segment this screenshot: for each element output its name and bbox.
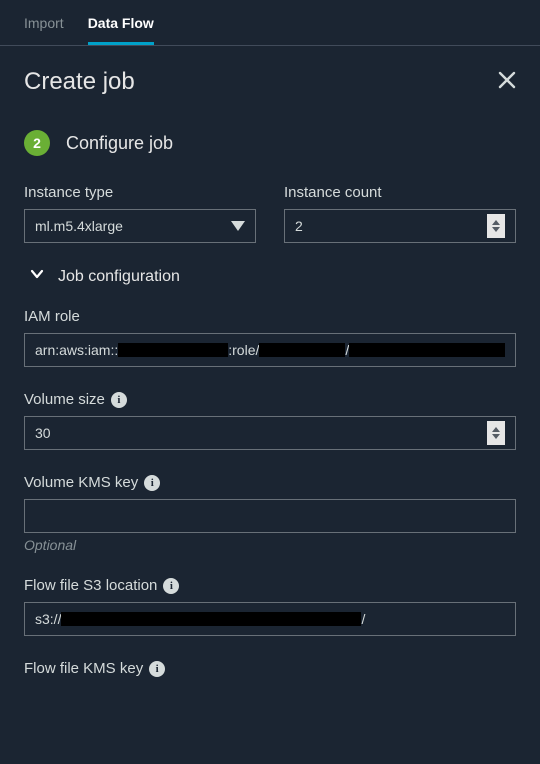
job-configuration-label: Job configuration xyxy=(58,268,180,286)
volume-kms-field: Volume KMS key i Optional xyxy=(24,474,516,553)
flow-s3-label: Flow file S3 location i xyxy=(24,577,516,594)
info-icon[interactable]: i xyxy=(149,661,165,677)
tab-import-label: Import xyxy=(24,15,64,31)
info-icon[interactable]: i xyxy=(144,475,160,491)
volume-size-input[interactable]: 30 xyxy=(24,416,516,450)
step-number: 2 xyxy=(33,135,41,151)
info-icon[interactable]: i xyxy=(111,392,127,408)
close-icon[interactable] xyxy=(498,71,516,94)
iam-role-input[interactable]: arn:aws:iam:: :role/ / xyxy=(24,333,516,367)
number-stepper-icon[interactable] xyxy=(487,214,505,238)
volume-size-value: 30 xyxy=(35,425,51,441)
tab-import[interactable]: Import xyxy=(24,0,64,45)
iam-role-value: arn:aws:iam:: :role/ / xyxy=(35,342,505,358)
tab-data-flow[interactable]: Data Flow xyxy=(88,0,154,45)
info-icon[interactable]: i xyxy=(163,578,179,594)
instance-row: Instance type ml.m5.4xlarge Instance cou… xyxy=(24,184,516,243)
instance-count-value: 2 xyxy=(295,218,303,234)
chevron-down-icon xyxy=(30,267,44,286)
flow-kms-field: Flow file KMS key i xyxy=(24,660,516,685)
volume-size-field: Volume size i 30 xyxy=(24,391,516,450)
panel-title: Create job xyxy=(24,68,135,96)
instance-type-select[interactable]: ml.m5.4xlarge xyxy=(24,209,256,243)
job-configuration-expander[interactable]: Job configuration xyxy=(30,267,516,286)
flow-kms-label: Flow file KMS key i xyxy=(24,660,516,677)
iam-role-label: IAM role xyxy=(24,308,516,325)
instance-count-field: Instance count 2 xyxy=(284,184,516,243)
flow-s3-field: Flow file S3 location i s3:// / xyxy=(24,577,516,636)
volume-kms-label: Volume KMS key i xyxy=(24,474,516,491)
instance-count-input[interactable]: 2 xyxy=(284,209,516,243)
volume-kms-helper: Optional xyxy=(24,537,516,553)
panel-header: Create job xyxy=(24,68,516,96)
redacted-bucket xyxy=(61,612,361,626)
instance-type-value: ml.m5.4xlarge xyxy=(35,218,123,234)
tab-data-flow-label: Data Flow xyxy=(88,15,154,31)
chevron-down-icon xyxy=(231,221,245,231)
iam-role-field: IAM role arn:aws:iam:: :role/ / xyxy=(24,308,516,367)
redacted-path1 xyxy=(259,343,345,357)
step-header: 2 Configure job xyxy=(24,130,516,156)
volume-kms-input[interactable] xyxy=(24,499,516,533)
instance-type-label: Instance type xyxy=(24,184,256,201)
create-job-panel: Create job 2 Configure job Instance type… xyxy=(0,46,540,685)
instance-count-label: Instance count xyxy=(284,184,516,201)
number-stepper-icon[interactable] xyxy=(487,421,505,445)
instance-type-field: Instance type ml.m5.4xlarge xyxy=(24,184,256,243)
volume-size-label: Volume size i xyxy=(24,391,516,408)
step-title: Configure job xyxy=(66,133,173,154)
tabs: Import Data Flow xyxy=(0,0,540,46)
step-number-badge: 2 xyxy=(24,130,50,156)
redacted-account xyxy=(118,343,228,357)
redacted-role xyxy=(349,343,505,357)
flow-s3-value: s3:// / xyxy=(35,611,505,627)
flow-s3-input[interactable]: s3:// / xyxy=(24,602,516,636)
